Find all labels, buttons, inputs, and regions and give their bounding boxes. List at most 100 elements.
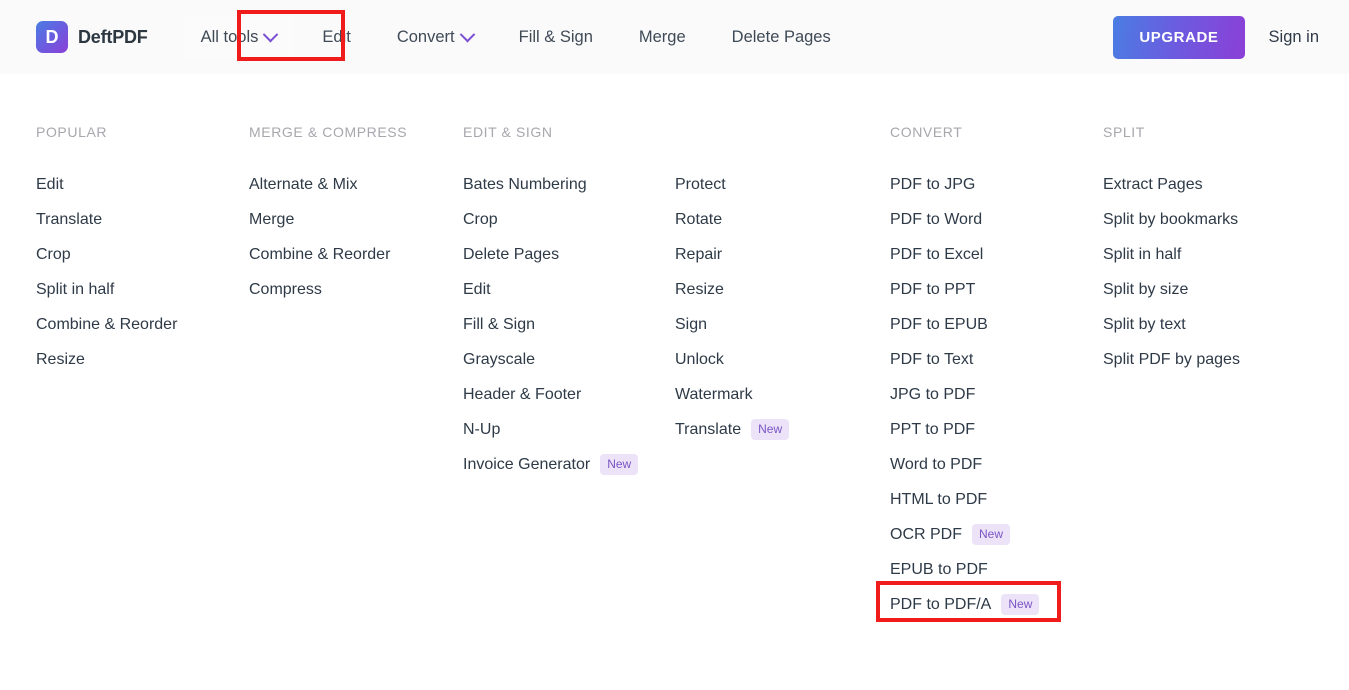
nav-item-convert[interactable]: Convert — [397, 16, 475, 59]
tool-link-invoice-generator[interactable]: Invoice Generator New — [463, 447, 675, 482]
tool-column-edit-sign: EDIT & SIGN Bates Numbering Crop Delete … — [463, 124, 675, 622]
tool-columns: POPULAR Edit Translate Crop Split in hal… — [0, 124, 1349, 622]
deftpdf-logo-icon: D — [36, 21, 68, 53]
tool-link-resize[interactable]: Resize — [675, 272, 890, 307]
tool-label: Resize — [36, 351, 85, 368]
tool-link-alternate-and-mix[interactable]: Alternate & Mix — [249, 167, 463, 202]
column-heading-edit-sign: EDIT & SIGN — [463, 124, 553, 140]
nav-item-fill-and-sign-label: Fill & Sign — [518, 27, 593, 46]
tool-label: Invoice Generator — [463, 456, 591, 473]
tool-link-split-in-half[interactable]: Split in half — [1103, 237, 1323, 272]
nav-item-edit[interactable]: Edit — [322, 16, 350, 59]
nav-item-delete-pages[interactable]: Delete Pages — [732, 16, 831, 59]
tool-link-pdf-to-text[interactable]: PDF to Text — [890, 342, 1103, 377]
tool-label: PDF to Text — [890, 351, 974, 368]
tool-label: Combine & Reorder — [249, 246, 391, 263]
tool-link-crop[interactable]: Crop — [463, 202, 675, 237]
tool-label: PDF to Word — [890, 211, 983, 228]
tool-link-split-by-bookmarks[interactable]: Split by bookmarks — [1103, 202, 1323, 237]
tool-label: OCR PDF — [890, 526, 962, 543]
tool-link-edit[interactable]: Edit — [463, 272, 675, 307]
tool-link-split-in-half[interactable]: Split in half — [36, 272, 249, 307]
column-heading-popular: POPULAR — [36, 124, 108, 140]
tool-link-pdf-to-word[interactable]: PDF to Word — [890, 202, 1103, 237]
new-badge: New — [972, 524, 1011, 545]
tool-column-edit-sign-secondary: Protect Rotate Repair Resize Sign Unlock… — [675, 124, 890, 622]
tool-label: HTML to PDF — [890, 491, 988, 508]
tool-label: Bates Numbering — [463, 176, 587, 193]
tool-link-pdf-to-excel[interactable]: PDF to Excel — [890, 237, 1103, 272]
tool-label: Protect — [675, 176, 726, 193]
tool-label: Crop — [36, 246, 71, 263]
tool-column-split: SPLIT Extract Pages Split by bookmarks S… — [1103, 124, 1323, 622]
tool-link-translate[interactable]: Translate New — [675, 412, 890, 447]
tool-label: Crop — [463, 211, 498, 228]
tool-link-header-and-footer[interactable]: Header & Footer — [463, 377, 675, 412]
tool-link-split-by-size[interactable]: Split by size — [1103, 272, 1323, 307]
tool-link-pdf-to-ppt[interactable]: PDF to PPT — [890, 272, 1103, 307]
nav-item-merge[interactable]: Merge — [639, 16, 686, 59]
column-heading-convert: CONVERT — [890, 124, 963, 140]
tool-label: Resize — [675, 281, 724, 298]
nav-item-all-tools-label: All tools — [200, 27, 259, 46]
tool-label: Word to PDF — [890, 456, 983, 473]
tool-link-combine-and-reorder[interactable]: Combine & Reorder — [249, 237, 463, 272]
tool-label: Split by text — [1103, 316, 1186, 333]
tool-link-pdf-to-jpg[interactable]: PDF to JPG — [890, 167, 1103, 202]
tool-link-resize[interactable]: Resize — [36, 342, 249, 377]
tool-link-jpg-to-pdf[interactable]: JPG to PDF — [890, 377, 1103, 412]
tool-link-merge[interactable]: Merge — [249, 202, 463, 237]
tool-link-edit[interactable]: Edit — [36, 167, 249, 202]
tool-link-html-to-pdf[interactable]: HTML to PDF — [890, 482, 1103, 517]
upgrade-button[interactable]: UPGRADE — [1113, 15, 1245, 59]
tool-link-unlock[interactable]: Unlock — [675, 342, 890, 377]
tool-label: Translate — [675, 421, 742, 438]
tool-label: Delete Pages — [463, 246, 560, 263]
header-actions: UPGRADE Sign in — [1113, 0, 1319, 74]
tool-link-watermark[interactable]: Watermark — [675, 377, 890, 412]
tool-link-crop[interactable]: Crop — [36, 237, 249, 272]
chevron-down-icon — [459, 26, 475, 42]
new-badge: New — [1001, 594, 1040, 615]
tool-link-epub-to-pdf[interactable]: EPUB to PDF — [890, 552, 1103, 587]
tool-label: Split in half — [1103, 246, 1182, 263]
tool-label: Compress — [249, 281, 322, 298]
tool-label: Header & Footer — [463, 386, 582, 403]
tool-label: Combine & Reorder — [36, 316, 178, 333]
tool-link-grayscale[interactable]: Grayscale — [463, 342, 675, 377]
brand-logo-group[interactable]: D DeftPDF — [36, 21, 148, 53]
tool-label: Watermark — [675, 386, 753, 403]
tool-label: Sign — [675, 316, 708, 333]
tool-link-repair[interactable]: Repair — [675, 237, 890, 272]
tool-link-split-pdf-by-pages[interactable]: Split PDF by pages — [1103, 342, 1323, 377]
tool-link-sign[interactable]: Sign — [675, 307, 890, 342]
tool-link-word-to-pdf[interactable]: Word to PDF — [890, 447, 1103, 482]
tool-link-combine-and-reorder[interactable]: Combine & Reorder — [36, 307, 249, 342]
tool-link-bates-numbering[interactable]: Bates Numbering — [463, 167, 675, 202]
sign-in-link[interactable]: Sign in — [1269, 28, 1319, 47]
tool-label: Split PDF by pages — [1103, 351, 1240, 368]
tool-link-delete-pages[interactable]: Delete Pages — [463, 237, 675, 272]
tool-label: Alternate & Mix — [249, 176, 358, 193]
nav-item-all-tools[interactable]: All tools — [182, 15, 295, 59]
tool-link-rotate[interactable]: Rotate — [675, 202, 890, 237]
tool-link-compress[interactable]: Compress — [249, 272, 463, 307]
column-heading-merge-compress: MERGE & COMPRESS — [249, 124, 408, 140]
tool-link-pdf-to-pdfa[interactable]: PDF to PDF/A New — [890, 587, 1103, 622]
nav-item-fill-and-sign[interactable]: Fill & Sign — [519, 16, 593, 59]
tool-link-extract-pages[interactable]: Extract Pages — [1103, 167, 1323, 202]
tool-label: PDF to JPG — [890, 176, 976, 193]
tool-label: Extract Pages — [1103, 176, 1203, 193]
new-badge: New — [751, 419, 790, 440]
tool-link-fill-and-sign[interactable]: Fill & Sign — [463, 307, 675, 342]
tool-link-translate[interactable]: Translate — [36, 202, 249, 237]
tool-link-n-up[interactable]: N-Up — [463, 412, 675, 447]
tool-link-ocr-pdf[interactable]: OCR PDF New — [890, 517, 1103, 552]
tool-link-ppt-to-pdf[interactable]: PPT to PDF — [890, 412, 1103, 447]
tool-link-protect[interactable]: Protect — [675, 167, 890, 202]
nav-item-edit-label: Edit — [322, 27, 351, 46]
all-tools-mega-menu: POPULAR Edit Translate Crop Split in hal… — [0, 74, 1349, 690]
tool-label: JPG to PDF — [890, 386, 976, 403]
tool-link-split-by-text[interactable]: Split by text — [1103, 307, 1323, 342]
tool-link-pdf-to-epub[interactable]: PDF to EPUB — [890, 307, 1103, 342]
